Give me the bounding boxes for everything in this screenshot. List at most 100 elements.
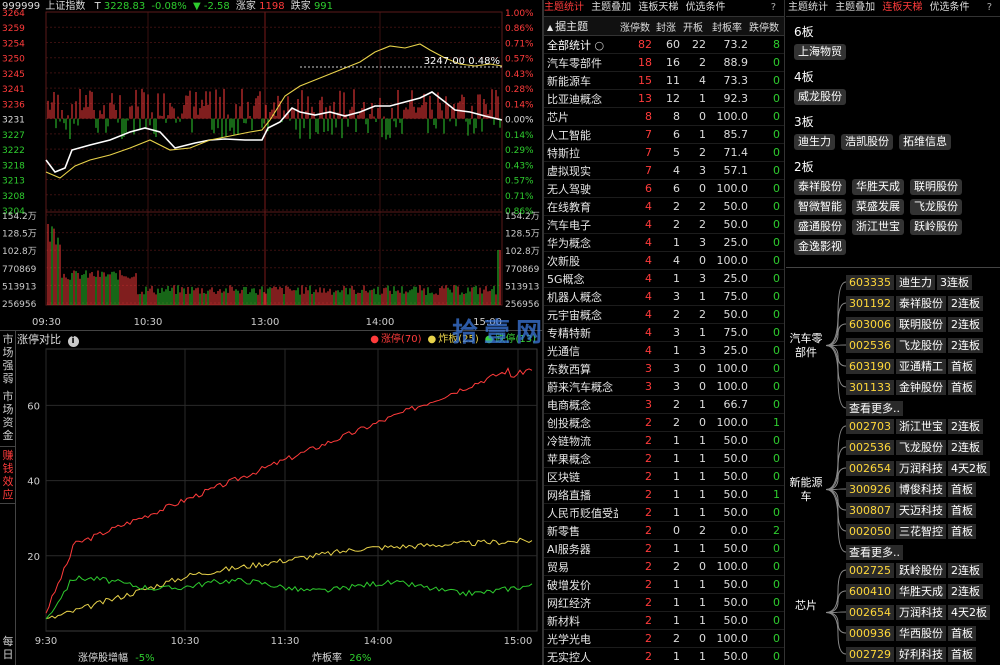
ladder-stock-tag[interactable]: 联明股份 bbox=[910, 179, 962, 195]
sector-sealed: 2 bbox=[673, 308, 680, 321]
ladder-stock-tag[interactable]: 飞龙股份 bbox=[910, 199, 962, 215]
sector-row[interactable]: 贸易 2 2 0 100.0 0 bbox=[544, 558, 784, 576]
theme-stock-row[interactable]: 300807 天迈科技 首板 bbox=[846, 500, 990, 521]
refresh-icon[interactable]: ○ bbox=[591, 39, 604, 52]
side-tab-strength[interactable]: 市场强弱 bbox=[0, 333, 16, 385]
ladder-stock-tag[interactable]: 菜盛发展 bbox=[852, 199, 904, 215]
tab-filters[interactable]: 优选条件 bbox=[686, 2, 726, 13]
sector-row[interactable]: 东数西算 3 3 0 100.0 0 bbox=[544, 360, 784, 378]
tab-filters-2[interactable]: 优选条件 bbox=[930, 2, 970, 13]
see-more-button[interactable]: 查看更多.. bbox=[846, 401, 903, 416]
col-opened[interactable]: 开板 bbox=[680, 19, 706, 34]
ladder-stock-tag[interactable]: 威龙股份 bbox=[794, 89, 846, 105]
sector-row[interactable]: 次新股 4 4 0 100.0 0 bbox=[544, 252, 784, 270]
help-icon-2[interactable]: ? bbox=[987, 0, 992, 16]
sector-row[interactable]: 新零售 2 0 2 0.0 2 bbox=[544, 522, 784, 540]
sector-row[interactable]: 网络直播 2 1 1 50.0 1 bbox=[544, 486, 784, 504]
sector-row[interactable]: 专精特新 4 3 1 75.0 0 bbox=[544, 324, 784, 342]
sector-limitup: 2 bbox=[645, 434, 652, 447]
sector-row[interactable]: 苹果概念 2 1 1 50.0 0 bbox=[544, 450, 784, 468]
col-limitdown[interactable]: 跌停数 bbox=[748, 19, 784, 34]
col-seal-rate[interactable]: 封板率 bbox=[706, 19, 748, 34]
theme-stock-row[interactable]: 002654 万润科技 4天2板 bbox=[846, 458, 990, 479]
tab-theme-stats-2[interactable]: 主题统计 bbox=[788, 2, 828, 13]
sector-row[interactable]: 网红经济 2 1 1 50.0 0 bbox=[544, 594, 784, 612]
sector-row[interactable]: 冷链物流 2 1 1 50.0 0 bbox=[544, 432, 784, 450]
ladder-stock-tag[interactable]: 上海物贸 bbox=[794, 44, 846, 60]
sector-row[interactable]: 全部统计 ○ 82 60 22 73.2 8 bbox=[544, 36, 784, 54]
sector-row[interactable]: 光学光电 2 2 0 100.0 0 bbox=[544, 630, 784, 648]
theme-stock-row[interactable]: 301192 泰祥股份 2连板 bbox=[846, 293, 983, 314]
tab-board-ladder-2[interactable]: 连板天梯 bbox=[882, 2, 922, 13]
theme-stock-row[interactable]: 002536 飞龙股份 2连板 bbox=[846, 335, 983, 356]
theme-stock-row[interactable]: 603335 迪生力 3连板 bbox=[846, 272, 983, 293]
ladder-stock-tag[interactable]: 浙江世宝 bbox=[852, 219, 904, 235]
ladder-stock-tag[interactable]: 浩凯股份 bbox=[841, 134, 893, 150]
sector-row[interactable]: 汽车电子 4 2 2 50.0 0 bbox=[544, 216, 784, 234]
sector-row[interactable]: AI服务器 2 1 1 50.0 0 bbox=[544, 540, 784, 558]
sector-row[interactable]: 电商概念 3 2 1 66.7 0 bbox=[544, 396, 784, 414]
theme-stock-row[interactable]: 603190 亚通精工 首板 bbox=[846, 356, 983, 377]
sector-row[interactable]: 虚拟现实 7 4 3 57.1 0 bbox=[544, 162, 784, 180]
tab-theme-overlay[interactable]: 主题叠加 bbox=[591, 2, 631, 13]
theme-stock-row[interactable]: 603006 联明股份 2连板 bbox=[846, 314, 983, 335]
ladder-stock-tag[interactable]: 拓维信息 bbox=[899, 134, 951, 150]
sector-row[interactable]: 区块链 2 1 1 50.0 0 bbox=[544, 468, 784, 486]
sector-row[interactable]: 在线教育 4 2 2 50.0 0 bbox=[544, 198, 784, 216]
theme-stock-row[interactable]: 002536 飞龙股份 2连板 bbox=[846, 437, 990, 458]
sector-row[interactable]: 汽车零部件 18 16 2 88.9 0 bbox=[544, 54, 784, 72]
sector-row[interactable]: 机器人概念 4 3 1 75.0 0 bbox=[544, 288, 784, 306]
ladder-stock-tag[interactable]: 跃岭股份 bbox=[910, 219, 962, 235]
sector-row[interactable]: 5G概念 4 1 3 25.0 0 bbox=[544, 270, 784, 288]
stock-code: 301133 bbox=[846, 380, 894, 395]
tab-theme-overlay-2[interactable]: 主题叠加 bbox=[835, 2, 875, 13]
theme-stock-row[interactable]: 600410 华胜天成 2连板 bbox=[846, 581, 990, 602]
side-tab-funds[interactable]: 市场资金 bbox=[0, 390, 16, 442]
sector-limitdown: 0 bbox=[773, 218, 780, 231]
side-tab-daily[interactable]: 每日 bbox=[0, 635, 16, 661]
ladder-stock-tag[interactable]: 泰祥股份 bbox=[794, 179, 846, 195]
sector-row[interactable]: 无人驾驶 6 6 0 100.0 0 bbox=[544, 180, 784, 198]
sector-row[interactable]: 新材料 2 1 1 50.0 0 bbox=[544, 612, 784, 630]
pct-tick-label: 0.86% bbox=[505, 24, 534, 34]
theme-stock-row[interactable]: 002050 三花智控 首板 bbox=[846, 521, 990, 542]
col-limitup[interactable]: 涨停数 bbox=[618, 19, 652, 34]
theme-stock-row[interactable]: 002725 跃岭股份 2连板 bbox=[846, 560, 990, 581]
theme-stock-row[interactable]: 002654 万润科技 4天2板 bbox=[846, 602, 990, 623]
sector-row[interactable]: 新能源车 15 11 4 73.3 0 bbox=[544, 72, 784, 90]
sector-row[interactable]: 光通信 4 1 3 25.0 0 bbox=[544, 342, 784, 360]
pct-tick-label: 0.71% bbox=[505, 39, 534, 49]
help-icon[interactable]: ? bbox=[771, 0, 776, 16]
theme-stock-row[interactable]: 000936 华西股份 首板 bbox=[846, 623, 990, 644]
sector-limitup: 7 bbox=[645, 164, 652, 177]
sector-row[interactable]: 破增发价 2 1 1 50.0 0 bbox=[544, 576, 784, 594]
sector-row[interactable]: 蔚来汽车概念 3 3 0 100.0 0 bbox=[544, 378, 784, 396]
sector-opened: 1 bbox=[699, 290, 706, 303]
theme-stock-row[interactable]: 002729 好利科技 首板 bbox=[846, 644, 990, 665]
tab-board-ladder[interactable]: 连板天梯 bbox=[638, 2, 678, 13]
theme-stock-row[interactable]: 301133 金钟股份 首板 bbox=[846, 377, 983, 398]
sector-row[interactable]: 特斯拉 7 5 2 71.4 0 bbox=[544, 144, 784, 162]
ladder-stock-tag[interactable]: 华胜天成 bbox=[852, 179, 904, 195]
col-sealed[interactable]: 封涨 bbox=[652, 19, 680, 34]
sector-row[interactable]: 人工智能 7 6 1 85.7 0 bbox=[544, 126, 784, 144]
see-more-button[interactable]: 查看更多.. bbox=[846, 545, 903, 560]
theme-stock-row[interactable]: 300926 博俊科技 首板 bbox=[846, 479, 990, 500]
ladder-stock-tag[interactable]: 金逸影视 bbox=[794, 239, 846, 255]
ladder-stock-tag[interactable]: 智微智能 bbox=[794, 199, 846, 215]
ladder-stock-tag[interactable]: 迪生力 bbox=[794, 134, 835, 150]
sector-row[interactable]: 华为概念 4 1 3 25.0 0 bbox=[544, 234, 784, 252]
sector-row[interactable]: 元宇宙概念 4 2 2 50.0 0 bbox=[544, 306, 784, 324]
side-tab-profit-effect[interactable]: 赚钱效应 bbox=[0, 446, 16, 504]
ladder-stock-tag[interactable]: 盛通股份 bbox=[794, 219, 846, 235]
sector-row[interactable]: 无实控人 2 1 1 50.0 0 bbox=[544, 648, 784, 665]
sector-row[interactable]: 比亚迪概念 13 12 1 92.3 0 bbox=[544, 90, 784, 108]
sector-row[interactable]: 人民币贬值受益 2 1 1 50.0 0 bbox=[544, 504, 784, 522]
sector-row[interactable]: 创投概念 2 2 0 100.0 1 bbox=[544, 414, 784, 432]
sector-limitup: 4 bbox=[645, 326, 652, 339]
theme-stock-row[interactable]: 002703 浙江世宝 2连板 bbox=[846, 416, 990, 437]
col-theme[interactable]: ▲ 据主题 bbox=[544, 18, 618, 34]
tab-theme-stats[interactable]: 主题统计 bbox=[544, 2, 584, 13]
sector-row[interactable]: 芯片 8 8 0 100.0 0 bbox=[544, 108, 784, 126]
sector-table-header: ▲ 据主题 涨停数 封涨 开板 封板率 跌停数 bbox=[544, 16, 784, 36]
